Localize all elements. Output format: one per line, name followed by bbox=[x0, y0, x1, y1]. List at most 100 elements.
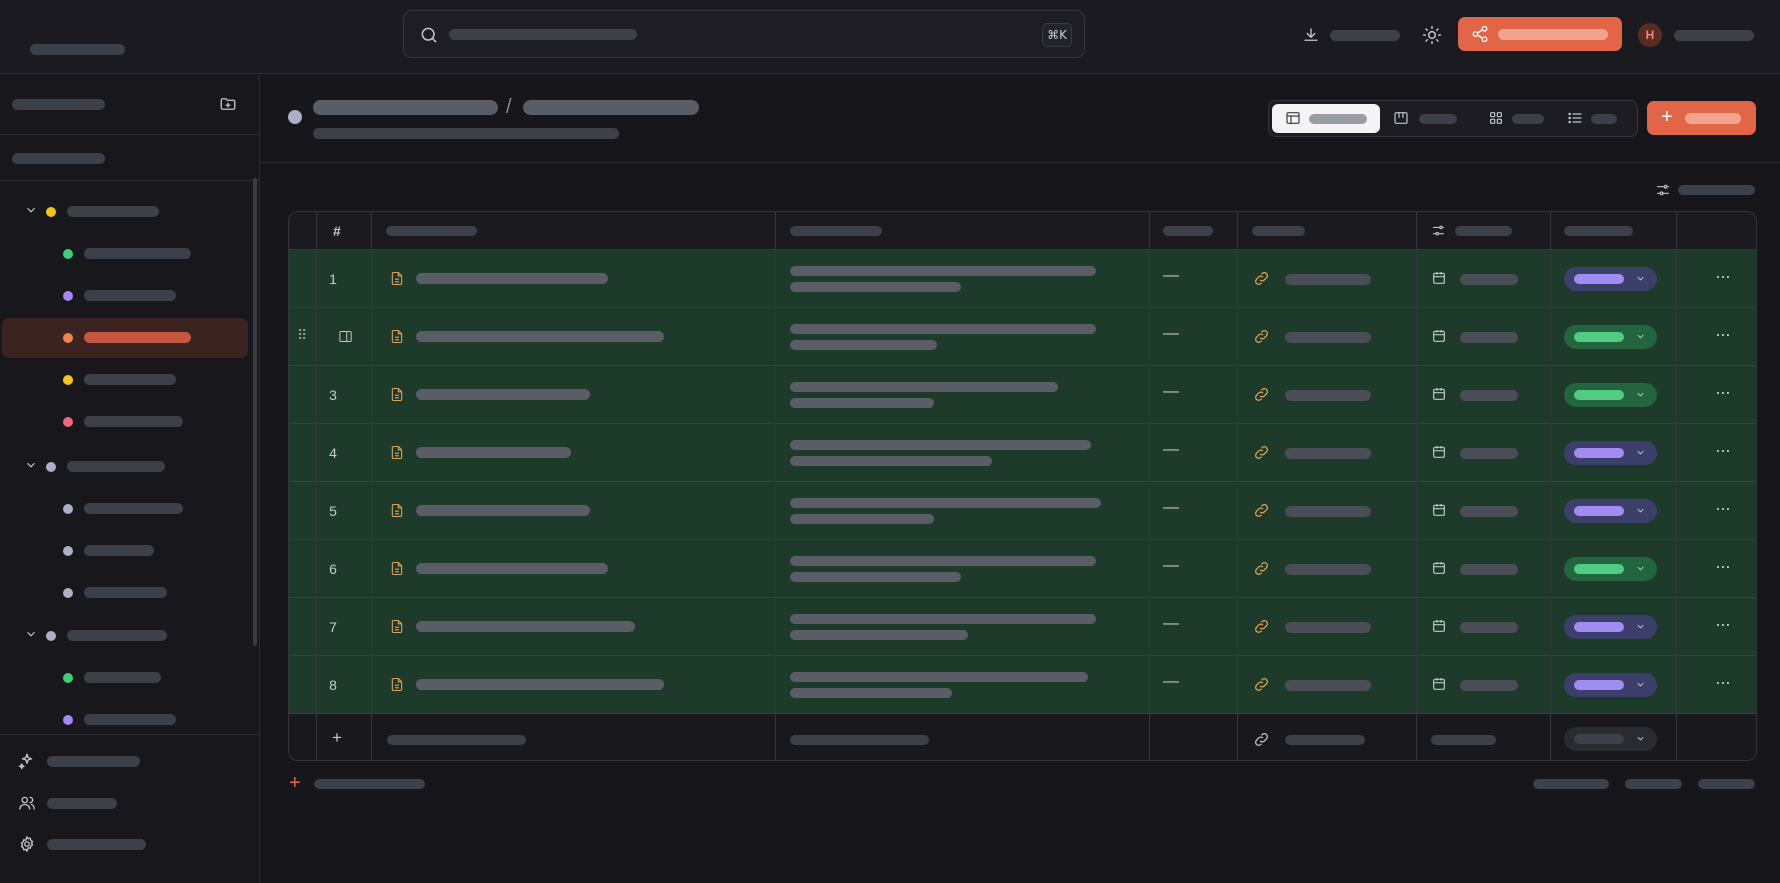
sidebar-item[interactable] bbox=[0, 402, 250, 442]
record-name[interactable] bbox=[416, 505, 590, 516]
more-icon[interactable]: ··· bbox=[1715, 672, 1731, 693]
record-name[interactable] bbox=[416, 679, 664, 690]
record-name[interactable] bbox=[416, 447, 571, 458]
column-header-description[interactable] bbox=[790, 226, 882, 236]
table-row[interactable]: 7 — ··· bbox=[289, 598, 1756, 656]
tab-gallery-view[interactable] bbox=[1484, 104, 1554, 133]
tab-table-view[interactable] bbox=[1272, 104, 1380, 133]
new-record-button[interactable]: + bbox=[1647, 101, 1756, 135]
workspace-name[interactable] bbox=[30, 44, 125, 55]
record-link[interactable] bbox=[1285, 564, 1371, 575]
sidebar-item[interactable] bbox=[0, 234, 250, 274]
sidebar-folder[interactable] bbox=[0, 447, 250, 487]
avatar[interactable]: H bbox=[1638, 23, 1662, 47]
more-icon[interactable]: ··· bbox=[1715, 556, 1731, 577]
table-row[interactable]: 4 — ··· bbox=[289, 424, 1756, 482]
more-icon[interactable]: ··· bbox=[1715, 266, 1731, 287]
record-link[interactable] bbox=[1285, 680, 1371, 691]
table-row[interactable]: 5 — ··· bbox=[289, 482, 1756, 540]
sun-icon[interactable] bbox=[1422, 25, 1442, 45]
empty-cell[interactable]: — bbox=[1163, 441, 1179, 459]
sidebar-item[interactable] bbox=[0, 360, 250, 400]
filter-label[interactable] bbox=[1678, 185, 1755, 195]
status-select[interactable] bbox=[1564, 615, 1657, 639]
empty-cell[interactable]: — bbox=[1163, 383, 1179, 401]
share-button[interactable] bbox=[1458, 17, 1622, 51]
more-icon[interactable]: ··· bbox=[1715, 440, 1731, 461]
record-name[interactable] bbox=[416, 273, 608, 284]
sidebar-item[interactable] bbox=[2, 318, 248, 358]
tab-list-view[interactable] bbox=[1563, 104, 1633, 133]
empty-cell[interactable]: — bbox=[1163, 325, 1179, 343]
column-header-name[interactable] bbox=[386, 226, 477, 236]
record-date[interactable] bbox=[1460, 332, 1518, 343]
export-label[interactable] bbox=[1330, 30, 1400, 41]
record-link[interactable] bbox=[1285, 448, 1371, 459]
add-row-icon[interactable]: + bbox=[332, 728, 342, 748]
more-icon[interactable]: ··· bbox=[1715, 614, 1731, 635]
record-name[interactable] bbox=[416, 389, 590, 400]
pagination-prev[interactable] bbox=[1625, 779, 1682, 789]
search-input[interactable]: ⌘K bbox=[403, 10, 1085, 58]
breadcrumb-parent[interactable] bbox=[313, 100, 498, 115]
chevron-down-icon[interactable] bbox=[24, 627, 38, 641]
record-date[interactable] bbox=[1460, 274, 1518, 285]
record-link[interactable] bbox=[1285, 332, 1371, 343]
drag-handle-icon[interactable]: ⠿ bbox=[297, 327, 307, 344]
sliders-icon[interactable] bbox=[1655, 182, 1671, 198]
status-select[interactable] bbox=[1564, 673, 1657, 697]
table-row[interactable]: ⠿ — ··· bbox=[289, 308, 1756, 366]
sidebar-folder[interactable] bbox=[0, 616, 250, 656]
table-row[interactable]: 1 — ··· bbox=[289, 250, 1756, 308]
record-link[interactable] bbox=[1285, 622, 1371, 633]
record-name[interactable] bbox=[416, 563, 608, 574]
column-header-date[interactable] bbox=[1455, 226, 1512, 236]
download-icon[interactable] bbox=[1302, 26, 1320, 44]
empty-cell[interactable]: — bbox=[1163, 557, 1179, 575]
record-date[interactable] bbox=[1460, 390, 1518, 401]
status-select[interactable] bbox=[1564, 557, 1657, 581]
add-record-icon[interactable]: + bbox=[289, 772, 301, 795]
sidebar-footer-item-automations[interactable] bbox=[0, 741, 259, 781]
more-icon[interactable]: ··· bbox=[1715, 324, 1731, 345]
record-name[interactable] bbox=[416, 331, 664, 342]
record-date[interactable] bbox=[1460, 564, 1518, 575]
sidebar-footer-item-settings[interactable] bbox=[0, 824, 259, 864]
tab-board-view[interactable] bbox=[1389, 104, 1469, 133]
record-date[interactable] bbox=[1460, 506, 1518, 517]
chevron-down-icon[interactable] bbox=[24, 203, 38, 217]
status-select[interactable] bbox=[1564, 499, 1657, 523]
empty-cell[interactable]: — bbox=[1163, 673, 1179, 691]
empty-cell[interactable]: — bbox=[1163, 615, 1179, 633]
table-row[interactable]: 3 — ··· bbox=[289, 366, 1756, 424]
more-icon[interactable]: ··· bbox=[1715, 382, 1731, 403]
record-date[interactable] bbox=[1460, 680, 1518, 691]
sidebar-item[interactable] bbox=[0, 489, 250, 529]
column-header-status[interactable] bbox=[1564, 226, 1633, 236]
sidebar-folder[interactable] bbox=[0, 192, 250, 232]
column-header-empty[interactable] bbox=[1163, 226, 1213, 236]
sidebar-scrollbar[interactable] bbox=[253, 178, 257, 646]
new-folder-icon[interactable] bbox=[219, 95, 237, 113]
column-header-link[interactable] bbox=[1252, 226, 1305, 236]
sidebar-item[interactable] bbox=[0, 658, 250, 698]
table-row[interactable]: 6 — ··· bbox=[289, 540, 1756, 598]
empty-cell[interactable]: — bbox=[1163, 499, 1179, 517]
more-icon[interactable]: ··· bbox=[1715, 498, 1731, 519]
status-select[interactable] bbox=[1564, 441, 1657, 465]
chevron-down-icon[interactable] bbox=[24, 458, 38, 472]
record-link[interactable] bbox=[1285, 390, 1371, 401]
pagination-next[interactable] bbox=[1698, 779, 1755, 789]
status-select[interactable] bbox=[1564, 325, 1657, 349]
sidebar-item[interactable] bbox=[0, 573, 250, 613]
table-row[interactable]: 8 — ··· bbox=[289, 656, 1756, 714]
user-name[interactable] bbox=[1674, 30, 1754, 41]
record-link[interactable] bbox=[1285, 274, 1371, 285]
record-date[interactable] bbox=[1460, 448, 1518, 459]
record-link[interactable] bbox=[1285, 506, 1371, 517]
record-name[interactable] bbox=[416, 621, 635, 632]
open-panel-icon[interactable] bbox=[338, 329, 353, 344]
add-record-label[interactable] bbox=[314, 779, 425, 789]
status-select[interactable] bbox=[1564, 267, 1657, 291]
empty-cell[interactable]: — bbox=[1163, 267, 1179, 285]
